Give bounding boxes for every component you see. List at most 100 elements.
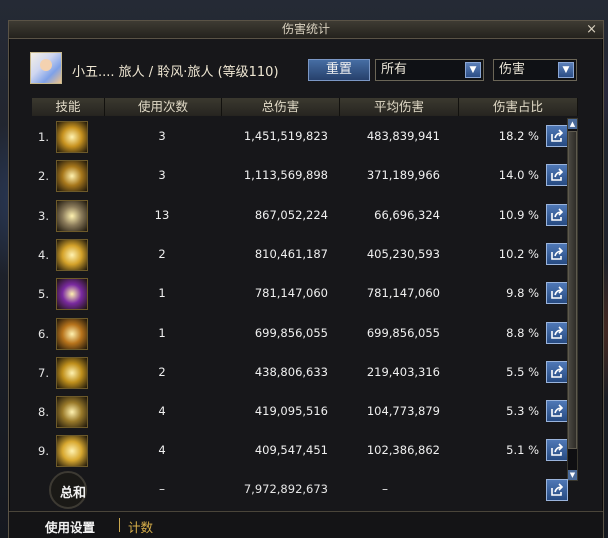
- table-row[interactable]: 3. 13 867,052,224 66,696,324 10.9 %: [32, 197, 568, 235]
- scroll-up-icon[interactable]: ▲: [568, 119, 577, 129]
- scrollbar-thumb[interactable]: [568, 131, 577, 449]
- close-icon[interactable]: ×: [586, 21, 597, 38]
- tab-usage-settings[interactable]: 使用设置: [45, 517, 95, 536]
- skill-icon-golden-wave[interactable]: [56, 238, 88, 271]
- row-index: 9.: [38, 444, 49, 459]
- row-total-damage: 419,095,516: [254, 404, 328, 419]
- chevron-down-icon[interactable]: ▼: [465, 62, 481, 78]
- row-total-damage: 810,461,187: [254, 246, 328, 261]
- row-total-damage: 438,806,633: [254, 364, 328, 379]
- filter-dropdown-value: 所有: [381, 62, 408, 77]
- window-titlebar[interactable]: 伤害统计 ×: [9, 21, 603, 39]
- share-summary-button[interactable]: [546, 479, 568, 501]
- row-avg-damage: 483,839,941: [366, 129, 440, 143]
- share-icon: [551, 443, 564, 457]
- table-row[interactable]: 2. 3 1,113,569,898 371,189,966 14.0 %: [32, 157, 568, 195]
- skill-icon-spear-thrust[interactable]: [56, 199, 88, 232]
- share-row-button[interactable]: [546, 400, 568, 423]
- reset-button[interactable]: 重置: [308, 59, 370, 81]
- row-uses: 2: [158, 364, 166, 379]
- table-row[interactable]: 4. 2 810,461,187 405,230,593 10.2 %: [32, 236, 568, 274]
- column-header-uses[interactable]: 使用次数: [105, 98, 222, 116]
- filter-dropdown[interactable]: 所有 ▼: [375, 59, 484, 81]
- table-row[interactable]: 7. 2 438,806,633 219,403,316 5.5 %: [32, 354, 568, 392]
- table-row[interactable]: 9. 4 409,547,451 102,386,862 5.1 %: [32, 432, 568, 470]
- row-index: 6.: [38, 326, 49, 341]
- row-avg-damage: 781,147,060: [366, 286, 440, 301]
- row-index: 1.: [38, 130, 49, 144]
- share-row-button[interactable]: [546, 125, 568, 147]
- share-row-button[interactable]: [546, 164, 568, 187]
- chevron-down-icon[interactable]: ▼: [558, 62, 574, 78]
- share-icon: [551, 286, 564, 299]
- row-total-damage: 781,147,060: [254, 286, 328, 301]
- tab-count[interactable]: 计数: [128, 517, 153, 536]
- row-damage-share: 10.9 %: [498, 207, 539, 222]
- share-icon: [551, 168, 564, 182]
- skill-icon-violet-slash[interactable]: [56, 278, 88, 311]
- row-total-damage: 867,052,224: [254, 207, 328, 222]
- row-total-damage: 1,113,569,898: [243, 168, 328, 183]
- row-damage-share: 18.2 %: [498, 129, 539, 143]
- row-index: 2.: [38, 169, 49, 184]
- scrollbar[interactable]: ▲ ▼: [567, 118, 578, 481]
- character-avatar: [30, 52, 62, 84]
- table-row[interactable]: 6. 1 699,856,055 699,856,055 8.8 %: [32, 315, 568, 353]
- column-header-pct[interactable]: 伤害占比: [459, 98, 578, 116]
- character-name: 小五.... 旅人 / 聆风·旅人 (等级110): [72, 65, 279, 80]
- share-row-button[interactable]: [546, 360, 568, 383]
- column-header-skill[interactable]: 技能: [32, 98, 105, 116]
- share-row-button[interactable]: [546, 321, 568, 344]
- share-row-button[interactable]: [546, 282, 568, 305]
- share-icon: [551, 129, 564, 142]
- row-index: 7.: [38, 365, 49, 380]
- row-total-damage: 699,856,055: [254, 325, 328, 340]
- row-uses: 1: [158, 325, 166, 340]
- column-header-avg[interactable]: 平均伤害: [340, 98, 459, 116]
- skill-icon-gold-blast[interactable]: [56, 435, 88, 468]
- row-total-damage: 1,451,519,823: [243, 129, 328, 143]
- share-icon: [551, 404, 564, 417]
- share-icon: [551, 365, 564, 378]
- metric-dropdown[interactable]: 伤害 ▼: [493, 59, 577, 81]
- skill-icon-golden-bow[interactable]: [56, 356, 88, 389]
- row-avg-damage: 104,773,879: [366, 404, 440, 419]
- skill-icon-arrow-strike[interactable]: [56, 160, 88, 193]
- row-damage-share: 5.1 %: [506, 443, 539, 458]
- row-avg-damage: 371,189,966: [366, 168, 440, 183]
- table-row[interactable]: 5. 1 781,147,060 781,147,060 9.8 %: [32, 275, 568, 313]
- summary-uses: –: [159, 482, 165, 496]
- row-damage-share: 9.8 %: [506, 286, 539, 301]
- share-row-button[interactable]: [546, 242, 568, 265]
- summary-label: 总和: [60, 486, 87, 501]
- skill-icon-phoenix-arrow[interactable]: [56, 317, 88, 350]
- column-header-total[interactable]: 总伤害: [222, 98, 340, 116]
- row-uses: 4: [158, 404, 166, 419]
- share-icon: [551, 247, 564, 260]
- row-index: 4.: [38, 247, 49, 262]
- damage-stats-window: 伤害统计 × 小五.... 旅人 / 聆风·旅人 (等级110) 重置 所有 ▼…: [8, 20, 604, 538]
- skill-icon-lightning-bolt[interactable]: [56, 121, 88, 153]
- row-damage-share: 14.0 %: [498, 168, 539, 183]
- skill-icon-scatter-shot[interactable]: [56, 396, 88, 429]
- row-uses: 1: [158, 286, 166, 301]
- row-uses: 3: [158, 129, 166, 143]
- summary-row: 总和 – 7,972,892,673 –: [32, 471, 577, 509]
- row-uses: 2: [158, 246, 166, 261]
- row-avg-damage: 219,403,316: [366, 364, 440, 379]
- window-title: 伤害统计: [281, 22, 330, 36]
- share-row-button[interactable]: [546, 203, 568, 226]
- tab-divider: [119, 518, 120, 532]
- row-uses: 4: [158, 443, 166, 458]
- share-row-button[interactable]: [546, 439, 568, 462]
- table-header: 技能 使用次数 总伤害 平均伤害 伤害占比: [32, 98, 578, 116]
- row-index: 5.: [38, 287, 49, 302]
- table-row[interactable]: 1. 3 1,451,519,823 483,839,941 18.2 %: [32, 118, 568, 156]
- row-index: 8.: [38, 405, 49, 420]
- row-uses: 3: [158, 168, 166, 183]
- row-avg-damage: 102,386,862: [366, 443, 440, 458]
- table-row[interactable]: 8. 4 419,095,516 104,773,879 5.3 %: [32, 393, 568, 431]
- row-index: 3.: [38, 208, 49, 223]
- share-icon: [551, 483, 564, 496]
- row-damage-share: 5.5 %: [506, 364, 539, 379]
